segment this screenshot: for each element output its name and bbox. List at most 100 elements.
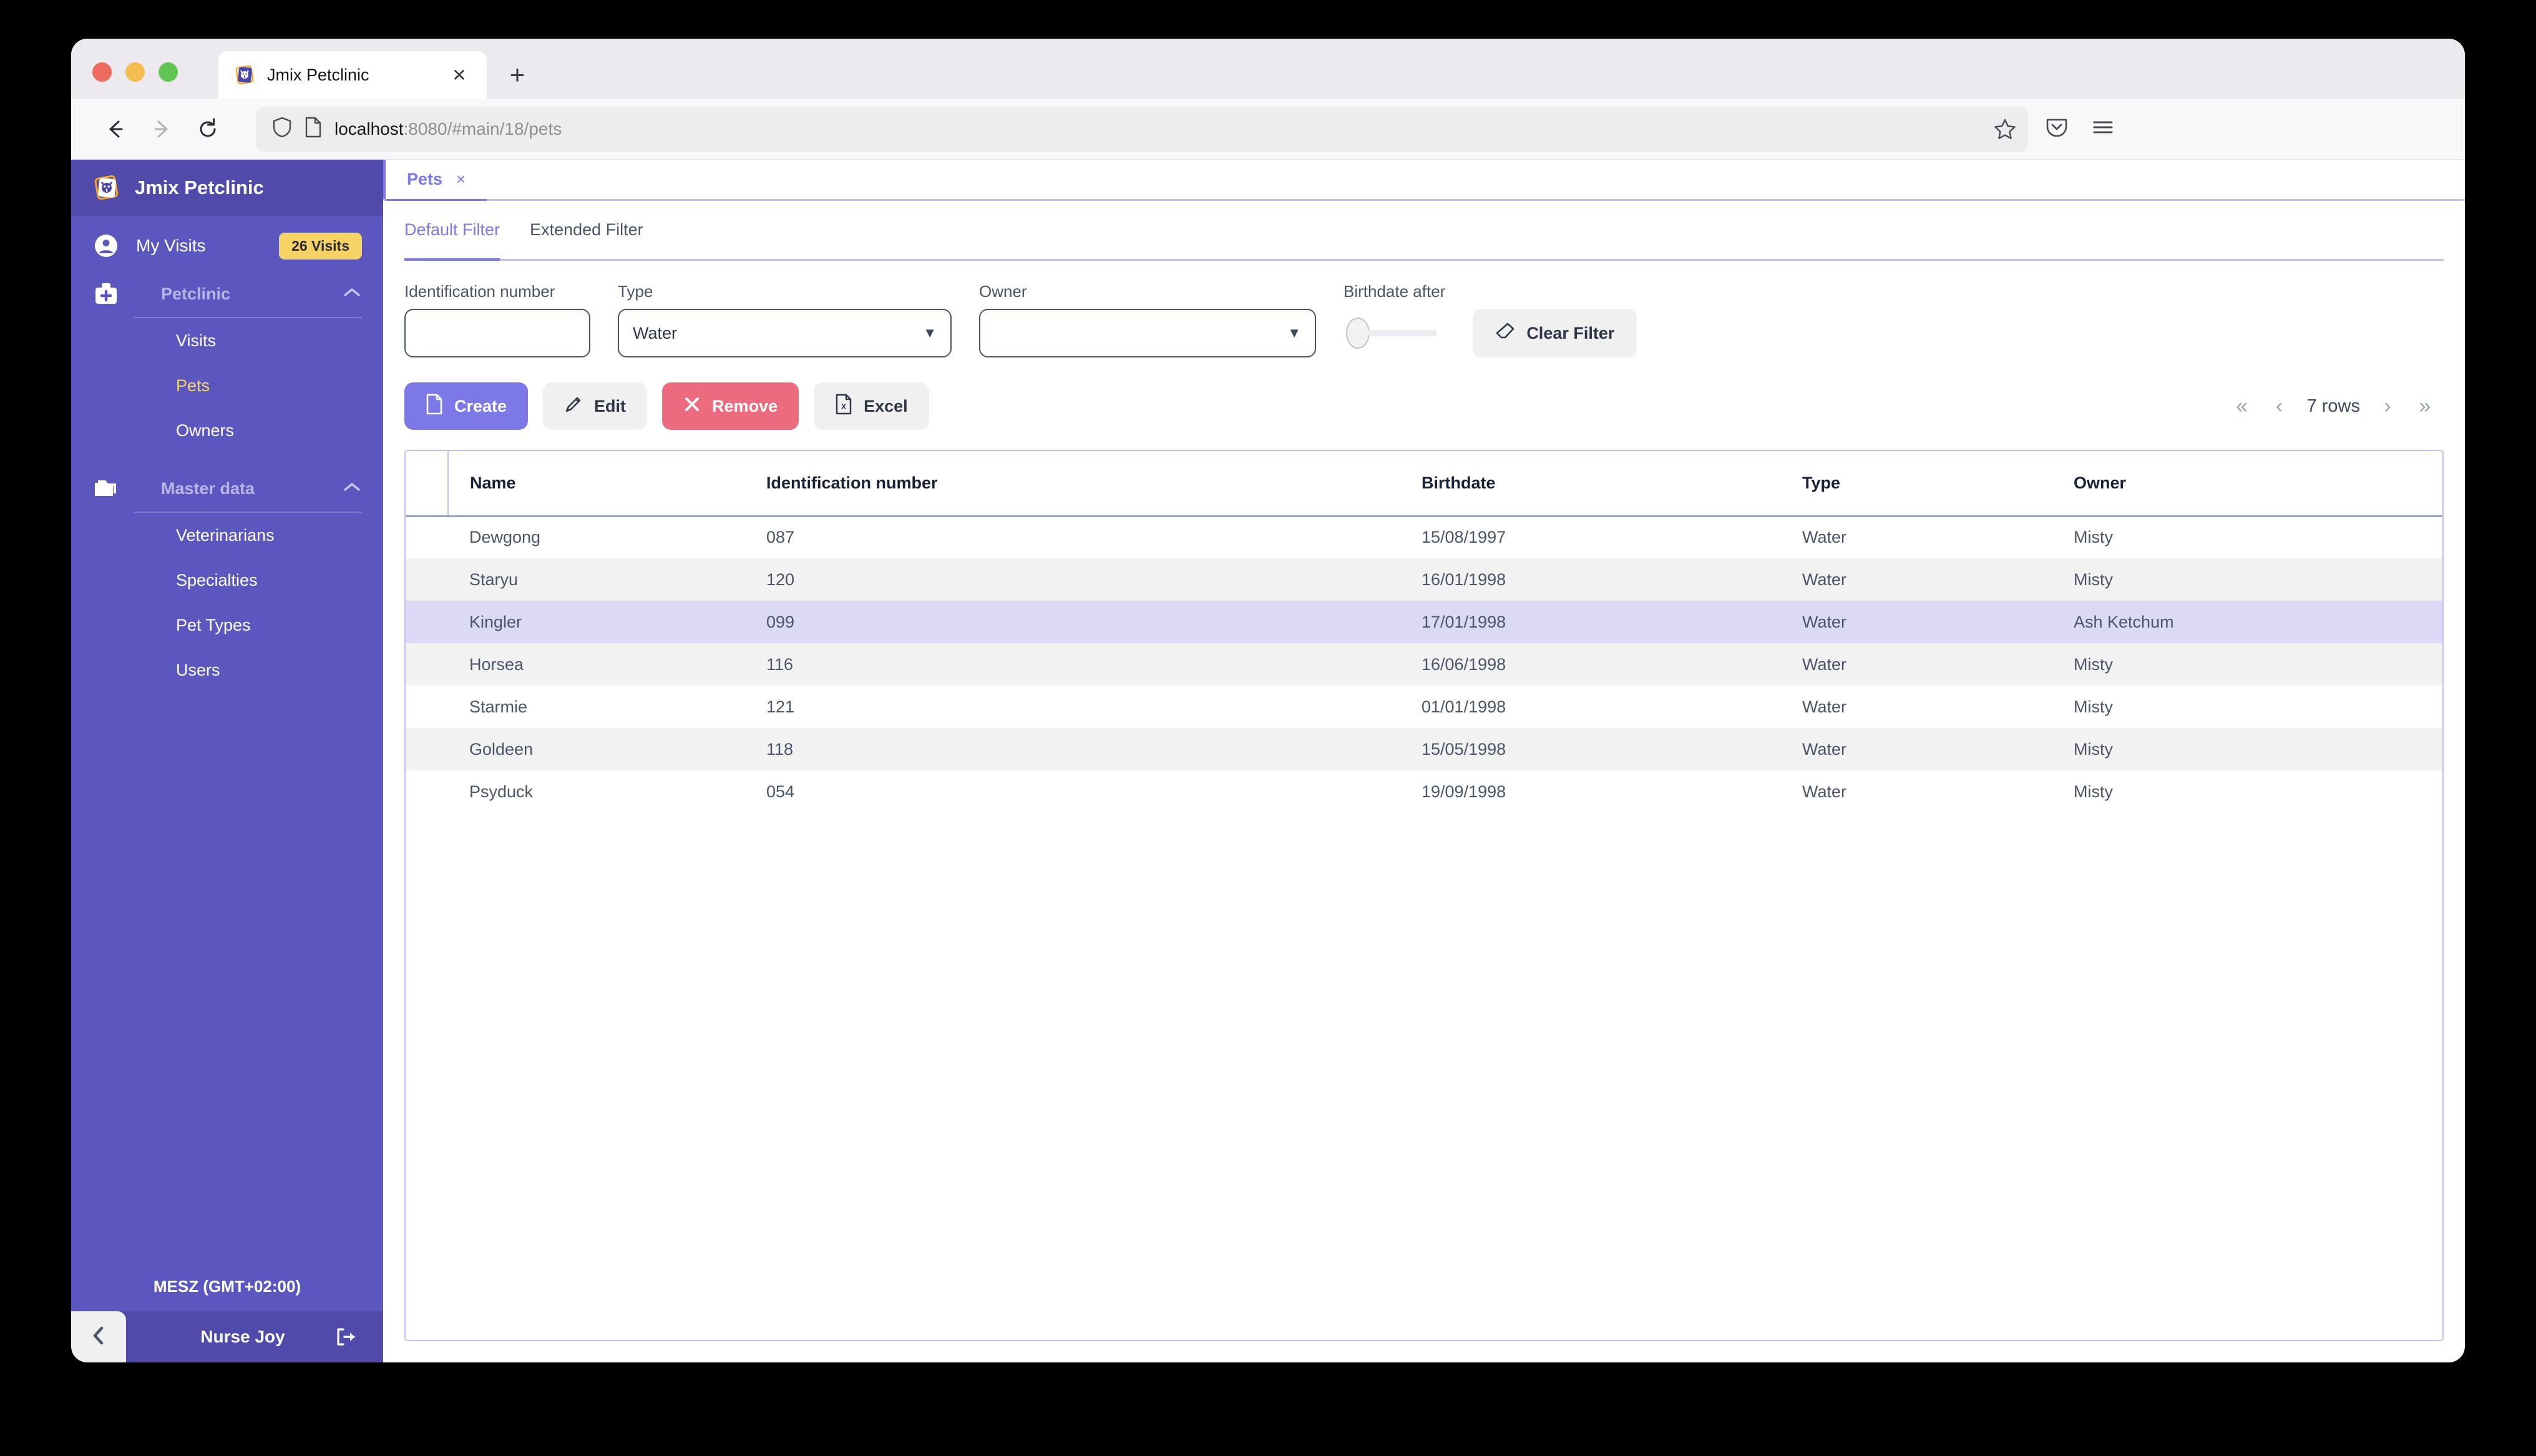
- table-row[interactable]: Starmie 121 01/01/1998 Water Misty: [406, 686, 2442, 728]
- cell-selector: [406, 686, 448, 728]
- cell-owner: Misty: [2074, 654, 2113, 674]
- cell-selector: [406, 558, 448, 601]
- sidebar-item-users[interactable]: Users: [71, 648, 383, 692]
- table-row[interactable]: Horsea 116 16/06/1998 Water Misty: [406, 643, 2442, 686]
- pager-prev-button[interactable]: ‹: [2261, 387, 2298, 425]
- slider-knob[interactable]: [1346, 318, 1370, 349]
- new-tab-button[interactable]: +: [498, 56, 537, 94]
- hamburger-menu-icon[interactable]: [2090, 115, 2115, 143]
- app-tab-close-icon[interactable]: ×: [456, 170, 466, 189]
- sidebar-item-pet-types[interactable]: Pet Types: [71, 603, 383, 648]
- chevron-down-icon: ▼: [923, 325, 937, 341]
- cell-birthdate: 01/01/1998: [1422, 697, 1506, 716]
- cell-type: Water: [1802, 612, 1847, 631]
- tab-extended-filter[interactable]: Extended Filter: [530, 201, 643, 259]
- sidebar-group-petclinic[interactable]: Petclinic: [71, 269, 383, 318]
- cell-name: Staryu: [469, 570, 519, 589]
- browser-window: Jmix Petclinic ✕ + localhost:8080/#main/…: [71, 39, 2465, 1362]
- maximize-window-button[interactable]: [158, 62, 178, 82]
- table-row[interactable]: Goldeen 118 15/05/1998 Water Misty: [406, 728, 2442, 770]
- column-header-owner[interactable]: Owner: [2074, 451, 2442, 517]
- cell-type: Water: [1802, 739, 1847, 759]
- column-header-type[interactable]: Type: [1802, 451, 2074, 517]
- excel-file-icon: X: [835, 394, 852, 419]
- shield-icon[interactable]: [272, 117, 292, 141]
- pets-screen: Default Filter Extended Filter Identific…: [383, 201, 2465, 1362]
- cell-selector: [406, 516, 448, 558]
- birthdate-after-slider[interactable]: [1344, 309, 1445, 357]
- chevron-up-icon[interactable]: [342, 481, 362, 497]
- back-button[interactable]: [92, 106, 139, 152]
- url-host: localhost: [334, 119, 404, 138]
- sidebar-item-pets[interactable]: Pets: [71, 363, 383, 408]
- grid-toolbar: Create Edit Remove X Excel « ‹ 7 rows › …: [404, 357, 2444, 450]
- url-path: :8080/#main/18/pets: [403, 119, 562, 138]
- sidebar-item-owners[interactable]: Owners: [71, 408, 383, 453]
- grid-empty-space: [406, 813, 2442, 1340]
- logout-icon[interactable]: [333, 1324, 358, 1349]
- cell-birthdate: 17/01/1998: [1422, 612, 1506, 631]
- address-bar[interactable]: localhost:8080/#main/18/pets: [256, 106, 2028, 152]
- window-traffic-lights: [92, 62, 178, 82]
- column-header-birthdate[interactable]: Birthdate: [1422, 451, 1802, 517]
- type-select[interactable]: Water ▼: [618, 309, 952, 357]
- pager-first-button[interactable]: «: [2223, 387, 2261, 425]
- cell-owner: Misty: [2074, 782, 2113, 801]
- sidebar-item-visits[interactable]: Visits: [71, 318, 383, 363]
- sidebar-nav: My Visits 26 Visits Petclinic Visits Pet…: [71, 216, 383, 692]
- cell-name: Goldeen: [469, 739, 534, 759]
- cell-birthdate: 19/09/1998: [1422, 782, 1506, 801]
- remove-button[interactable]: Remove: [662, 382, 799, 430]
- cell-identification-number: 054: [766, 782, 795, 801]
- table-row[interactable]: Staryu 120 16/01/1998 Water Misty: [406, 558, 2442, 601]
- sidebar-item-my-visits[interactable]: My Visits 26 Visits: [71, 222, 383, 269]
- table-row[interactable]: Psyduck 054 19/09/1998 Water Misty: [406, 770, 2442, 813]
- bookmark-star-icon[interactable]: [1982, 106, 2028, 152]
- page-icon: [305, 117, 322, 141]
- pager-last-button[interactable]: »: [2406, 387, 2444, 425]
- table-row[interactable]: Kingler 099 17/01/1998 Water Ash Ketchum: [406, 601, 2442, 643]
- owner-select[interactable]: ▼: [979, 309, 1316, 357]
- forward-button[interactable]: [139, 106, 185, 152]
- filter-identification-number: Identification number: [404, 282, 590, 357]
- petclinic-favicon: [233, 64, 256, 86]
- sidebar-group-master-data[interactable]: Master data: [71, 464, 383, 513]
- cell-selector: [406, 643, 448, 686]
- sidebar-collapse-button[interactable]: [71, 1311, 126, 1362]
- create-button[interactable]: Create: [404, 382, 529, 430]
- sidebar-item-veterinarians[interactable]: Veterinarians: [71, 513, 383, 558]
- cell-name: Horsea: [469, 654, 524, 674]
- column-header-name[interactable]: Name: [448, 451, 766, 517]
- close-tab-button[interactable]: ✕: [447, 62, 472, 87]
- cell-name: Kingler: [469, 612, 522, 631]
- browser-tab-jmix-petclinic[interactable]: Jmix Petclinic ✕: [218, 51, 487, 99]
- group-divider: [134, 512, 362, 513]
- app-tab-label: Pets: [407, 170, 443, 188]
- pager-next-button[interactable]: ›: [2369, 387, 2406, 425]
- app-tab-pets[interactable]: Pets ×: [383, 160, 487, 201]
- excel-button[interactable]: X Excel: [814, 382, 929, 430]
- cell-identification-number: 116: [766, 654, 794, 674]
- edit-button[interactable]: Edit: [543, 382, 648, 430]
- chevron-up-icon[interactable]: [342, 286, 362, 302]
- app-brand[interactable]: Jmix Petclinic: [71, 160, 383, 216]
- cell-birthdate: 15/05/1998: [1422, 739, 1506, 759]
- reload-button[interactable]: [185, 106, 231, 152]
- minimize-window-button[interactable]: [125, 62, 145, 82]
- identification-number-input[interactable]: [404, 309, 590, 357]
- tab-default-filter[interactable]: Default Filter: [404, 201, 500, 261]
- excel-button-label: Excel: [864, 396, 908, 415]
- table-row[interactable]: Dewgong 087 15/08/1997 Water Misty: [406, 516, 2442, 558]
- clear-filter-button[interactable]: Clear Filter: [1473, 309, 1637, 357]
- sidebar-item-specialties[interactable]: Specialties: [71, 558, 383, 603]
- close-window-button[interactable]: [92, 62, 112, 82]
- type-select-value: Water: [633, 323, 678, 342]
- cell-selector: [406, 728, 448, 770]
- browser-titlebar: Jmix Petclinic ✕ +: [71, 39, 2465, 99]
- cell-birthdate: 16/01/1998: [1422, 570, 1506, 589]
- slider-track[interactable]: [1367, 330, 1437, 336]
- pocket-icon[interactable]: [2044, 115, 2069, 143]
- column-header-identification-number[interactable]: Identification number: [766, 451, 1422, 517]
- cell-owner: Ash Ketchum: [2074, 612, 2174, 631]
